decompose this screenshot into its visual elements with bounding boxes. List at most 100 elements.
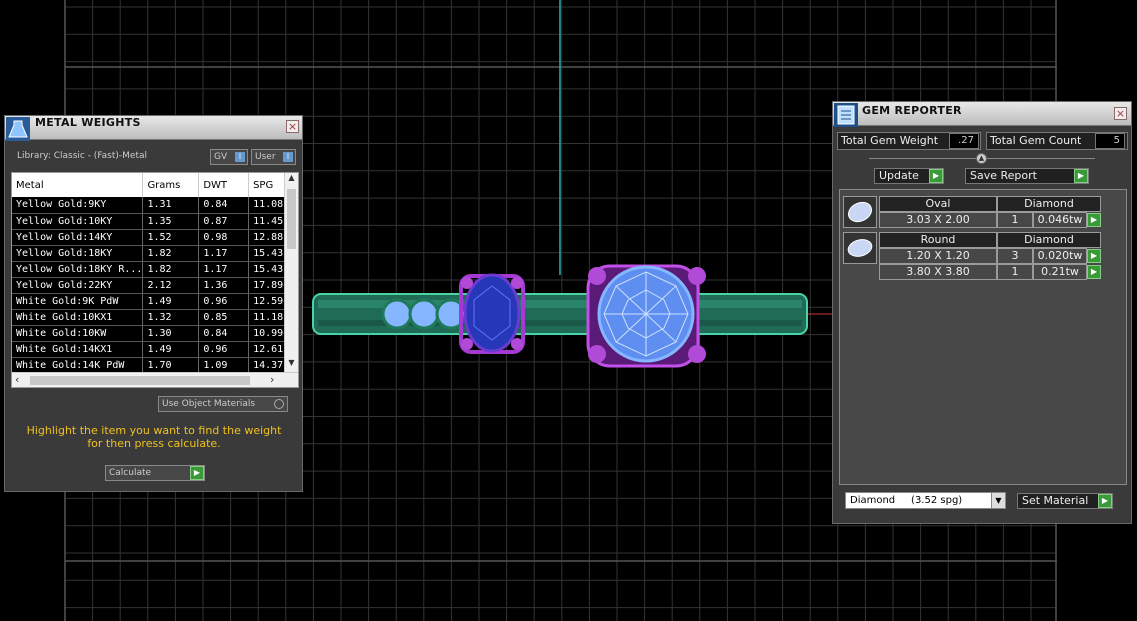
gem-size[interactable]: 1.20 X 1.20 bbox=[879, 248, 997, 264]
play-arrow-icon: ▶ bbox=[1074, 169, 1088, 183]
total-gem-count-value: 5 bbox=[1095, 133, 1125, 149]
radio-icon bbox=[274, 399, 284, 409]
gem-shape[interactable]: Round bbox=[879, 232, 997, 248]
metal-weights-title: METAL WEIGHTS bbox=[35, 116, 141, 129]
total-gem-weight-value: .27 bbox=[949, 133, 979, 149]
info-icon: i bbox=[235, 152, 245, 162]
gem-count[interactable]: 1 bbox=[997, 212, 1033, 228]
gv-button[interactable]: GV i bbox=[210, 149, 248, 165]
small-round-stones bbox=[381, 298, 467, 330]
gem-list: Oval Diamond 3.03 X 2.00 1 0.046tw ▶ Rou… bbox=[839, 189, 1127, 485]
table-row[interactable]: White Gold:14K PdW 1.70 1.09 14.37 bbox=[12, 357, 298, 374]
table-cell: 1.09 bbox=[198, 357, 250, 374]
info-icon: i bbox=[283, 152, 293, 162]
round-gem-thumbnail-icon[interactable] bbox=[843, 232, 877, 264]
vertical-scrollbar[interactable]: ▲ ▼ bbox=[284, 173, 298, 373]
instructions-text: Highlight the item you want to find the … bbox=[26, 424, 282, 450]
use-object-materials-toggle[interactable]: Use Object Materials bbox=[158, 396, 288, 412]
table-cell: 1.52 bbox=[142, 229, 200, 246]
table-cell: 0.87 bbox=[198, 213, 250, 230]
flask-icon bbox=[6, 117, 30, 141]
table-row[interactable]: White Gold:9K PdW 1.49 0.96 12.59 bbox=[12, 293, 298, 310]
update-button[interactable]: Update ▶ bbox=[874, 168, 944, 184]
oval-gem-thumbnail-icon[interactable] bbox=[843, 196, 877, 228]
column-header-metal[interactable]: Metal bbox=[12, 173, 144, 197]
table-cell: 1.17 bbox=[198, 261, 250, 278]
table-cell: 0.84 bbox=[198, 325, 250, 342]
table-cell: White Gold:14K PdW bbox=[12, 357, 144, 374]
table-row[interactable]: White Gold:10KX1 1.32 0.85 11.18 bbox=[12, 309, 298, 326]
table-cell: White Gold:10KX1 bbox=[12, 309, 144, 326]
save-report-button[interactable]: Save Report ▶ bbox=[965, 168, 1089, 184]
table-cell: Yellow Gold:10KY bbox=[12, 213, 144, 230]
table-row[interactable]: Yellow Gold:22KY 2.12 1.36 17.89 bbox=[12, 277, 298, 294]
table-cell: 1.17 bbox=[198, 245, 250, 262]
table-row[interactable]: Yellow Gold:18KY R... 1.82 1.17 15.43 bbox=[12, 261, 298, 278]
oval-stone bbox=[459, 273, 525, 354]
set-material-button[interactable]: Set Material ▶ bbox=[1017, 493, 1113, 509]
table-cell: Yellow Gold:18KY bbox=[12, 245, 144, 262]
gem-size[interactable]: 3.03 X 2.00 bbox=[879, 212, 997, 228]
table-row[interactable]: White Gold:10KW 1.30 0.84 10.99 bbox=[12, 325, 298, 342]
table-cell: 0.96 bbox=[198, 341, 250, 358]
table-cell: White Gold:14KX1 bbox=[12, 341, 144, 358]
table-cell: White Gold:9K PdW bbox=[12, 293, 144, 310]
table-row[interactable]: White Gold:14KX1 1.49 0.96 12.61 bbox=[12, 341, 298, 358]
gem-size[interactable]: 3.80 X 3.80 bbox=[879, 264, 997, 280]
play-arrow-icon[interactable]: ▶ bbox=[1087, 249, 1101, 263]
table-cell: 1.82 bbox=[142, 245, 200, 262]
table-row[interactable]: Yellow Gold:14KY 1.52 0.98 12.88 bbox=[12, 229, 298, 246]
gem-count[interactable]: 1 bbox=[997, 264, 1033, 280]
play-arrow-icon[interactable]: ▶ bbox=[1087, 265, 1101, 279]
gem-reporter-title: GEM REPORTER bbox=[862, 104, 962, 117]
table-cell: 1.49 bbox=[142, 293, 200, 310]
horizontal-scrollbar[interactable]: ‹ › bbox=[12, 372, 298, 387]
gem-reporter-titlebar[interactable]: GEM REPORTER × bbox=[833, 102, 1131, 127]
gem-material[interactable]: Diamond bbox=[997, 196, 1101, 212]
close-icon[interactable]: × bbox=[286, 120, 299, 133]
gem-count[interactable]: 3 bbox=[997, 248, 1033, 264]
table-cell: White Gold:10KW bbox=[12, 325, 144, 342]
table-cell: Yellow Gold:14KY bbox=[12, 229, 144, 246]
user-button[interactable]: User i bbox=[251, 149, 296, 165]
table-cell: 0.84 bbox=[198, 197, 250, 214]
table-cell: 1.35 bbox=[142, 213, 200, 230]
play-arrow-icon: ▶ bbox=[929, 169, 943, 183]
scroll-right-icon: › bbox=[270, 373, 275, 386]
collapse-icon[interactable]: ▲ bbox=[976, 153, 987, 164]
gem-reporter-panel: GEM REPORTER × Total Gem Weight .27 Tota… bbox=[832, 101, 1132, 524]
gem-weight[interactable]: 0.21tw bbox=[1033, 264, 1087, 280]
play-arrow-icon: ▶ bbox=[190, 466, 204, 480]
material-select[interactable]: Diamond (3.52 spg) ▼ bbox=[845, 492, 1006, 509]
gem-material[interactable]: Diamond bbox=[997, 232, 1101, 248]
metal-weights-titlebar[interactable]: METAL WEIGHTS × bbox=[5, 116, 302, 141]
close-icon[interactable]: × bbox=[1114, 107, 1127, 120]
table-row[interactable]: Yellow Gold:10KY 1.35 0.87 11.45 bbox=[12, 213, 298, 230]
table-cell: 0.85 bbox=[198, 309, 250, 326]
gem-weight[interactable]: 0.020tw bbox=[1033, 248, 1087, 264]
table-cell: 1.31 bbox=[142, 197, 200, 214]
table-cell: 2.12 bbox=[142, 277, 200, 294]
gem-shape[interactable]: Oval bbox=[879, 196, 997, 212]
table-row[interactable]: Yellow Gold:9KY 1.31 0.84 11.08 bbox=[12, 197, 298, 214]
scroll-down-icon: ▼ bbox=[288, 358, 295, 367]
scroll-thumb bbox=[287, 189, 296, 249]
play-arrow-icon[interactable]: ▶ bbox=[1087, 213, 1101, 227]
table-row[interactable]: Yellow Gold:18KY 1.82 1.17 15.43 bbox=[12, 245, 298, 262]
table-cell: Yellow Gold:22KY bbox=[12, 277, 144, 294]
table-cell: 0.96 bbox=[198, 293, 250, 310]
column-header-grams[interactable]: Grams bbox=[142, 173, 200, 197]
round-center-stone bbox=[586, 264, 706, 368]
table-cell: 0.98 bbox=[198, 229, 250, 246]
metal-table: Metal Grams DWT SPG Yellow Gold:9KY 1.31 0… bbox=[11, 172, 299, 388]
table-cell: 1.36 bbox=[198, 277, 250, 294]
gem-weight[interactable]: 0.046tw bbox=[1033, 212, 1087, 228]
table-cell: 1.70 bbox=[142, 357, 200, 374]
scroll-up-icon: ▲ bbox=[288, 173, 295, 182]
report-icon bbox=[834, 103, 858, 127]
calculate-button[interactable]: Calculate ▶ bbox=[105, 465, 205, 481]
play-arrow-icon: ▶ bbox=[1098, 494, 1112, 508]
column-header-dwt[interactable]: DWT bbox=[198, 173, 250, 197]
metal-weights-panel: METAL WEIGHTS × Library: Classic - (Fast… bbox=[4, 115, 303, 492]
table-cell: 1.30 bbox=[142, 325, 200, 342]
